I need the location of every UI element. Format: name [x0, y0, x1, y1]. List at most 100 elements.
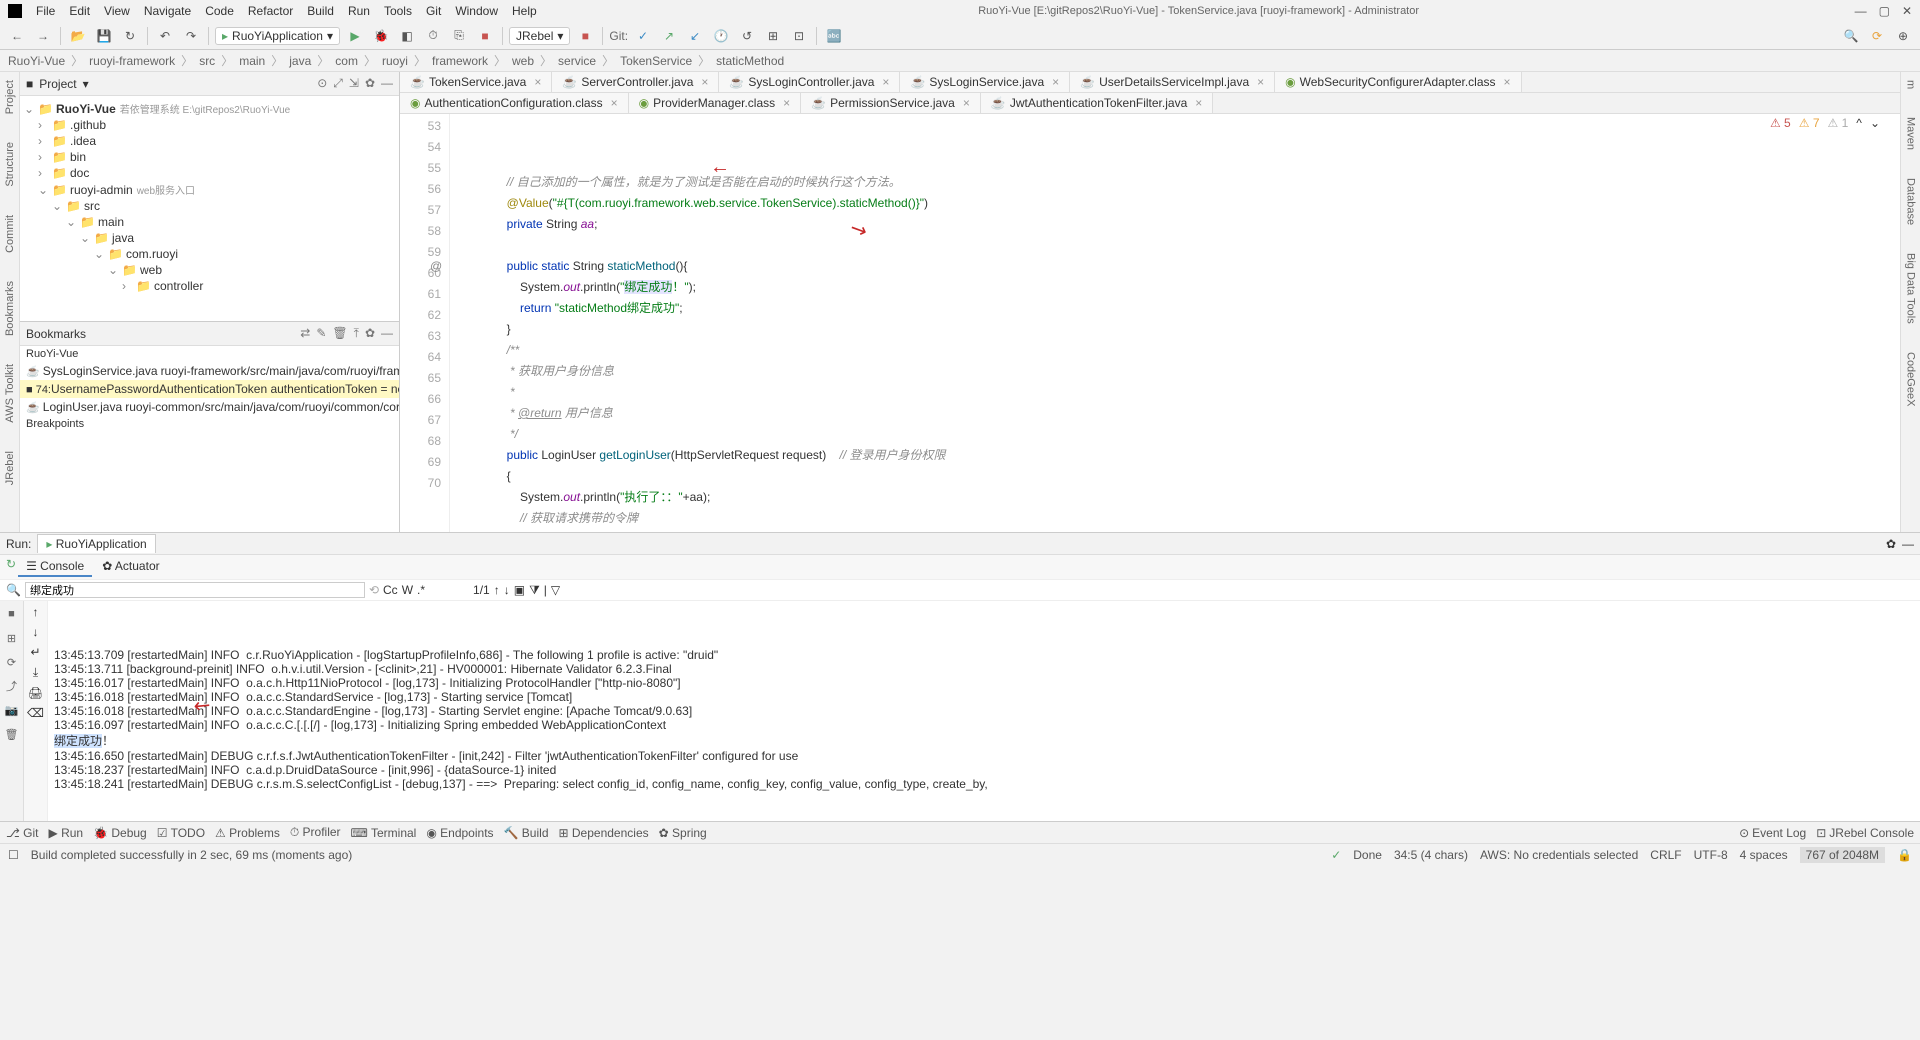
bm-edit-icon[interactable]: ✎	[316, 326, 326, 341]
close-tab-icon[interactable]: ×	[611, 96, 618, 110]
git-update-icon[interactable]: ✓	[632, 25, 654, 47]
editor-tab[interactable]: ☕UserDetailsServiceImpl.java×	[1070, 72, 1275, 92]
redo-icon[interactable]: ↷	[180, 25, 202, 47]
editor-tab[interactable]: ◉ProviderManager.class×	[629, 93, 802, 113]
rail-structure[interactable]: Structure	[4, 138, 16, 191]
rail-m[interactable]: m	[1905, 76, 1917, 93]
filter2-icon[interactable]: ▽	[551, 583, 560, 597]
close-tab-icon[interactable]: ×	[1504, 75, 1511, 89]
menu-help[interactable]: Help	[506, 2, 543, 20]
debug-icon[interactable]: 🐞	[370, 25, 392, 47]
close-tab-icon[interactable]: ×	[534, 75, 541, 89]
tree-item[interactable]: ›📁.idea	[20, 133, 399, 149]
bm-settings-icon[interactable]: ✿	[365, 326, 375, 341]
delete-icon[interactable]: 🗑	[3, 725, 21, 743]
close-tab-icon[interactable]: ×	[1195, 96, 1202, 110]
bottom-tab-dependencies[interactable]: ⊞ Dependencies	[559, 826, 649, 840]
aws-status[interactable]: AWS: No credentials selected	[1480, 848, 1638, 862]
breadcrumb-item[interactable]: com	[333, 54, 360, 68]
close-tab-icon[interactable]: ×	[1052, 75, 1059, 89]
run-settings-icon[interactable]: ✿	[1886, 537, 1896, 551]
save-icon[interactable]: 💾	[93, 25, 115, 47]
close-icon[interactable]: ✕	[1902, 4, 1912, 18]
expand-icon[interactable]: ⤢	[333, 76, 343, 91]
menu-build[interactable]: Build	[301, 2, 340, 20]
sync-icon[interactable]: ⟳	[1866, 25, 1888, 47]
bottom-tab-endpoints[interactable]: ◉ Endpoints	[426, 826, 493, 840]
bottom-tab-spring[interactable]: ✿ Spring	[659, 826, 707, 840]
bookmark-root[interactable]: RuoYi-Vue	[20, 346, 399, 362]
breadcrumb-item[interactable]: src	[197, 54, 217, 68]
run-icon[interactable]: ▶	[344, 25, 366, 47]
menu-navigate[interactable]: Navigate	[138, 2, 197, 20]
tree-item[interactable]: ⌄📁main	[20, 214, 399, 230]
rail-aws-toolkit[interactable]: AWS Toolkit	[4, 360, 16, 427]
bottom-tab-todo[interactable]: ☑ TODO	[157, 826, 205, 840]
coverage-icon[interactable]: ◧	[396, 25, 418, 47]
hide-icon[interactable]: ―	[381, 76, 393, 91]
layout-icon[interactable]: ⊞	[3, 629, 21, 647]
jrebel-stop-icon[interactable]: ■	[574, 25, 596, 47]
code-editor[interactable]: ⚠ 5 ⚠ 7 ⚠ 1 ^⌄ 5354555657585960616263646…	[400, 114, 1900, 532]
close-tab-icon[interactable]: ×	[783, 96, 790, 110]
tool-window-icon[interactable]: ☐	[8, 848, 19, 862]
rail-database[interactable]: Database	[1905, 174, 1917, 229]
tool-icon[interactable]: ⊞	[762, 25, 784, 47]
regex-toggle[interactable]: .*	[417, 583, 425, 597]
search-icon[interactable]: 🔍	[1840, 25, 1862, 47]
profile-icon[interactable]: ⏱	[422, 25, 444, 47]
rerun2-icon[interactable]: ⟳	[3, 653, 21, 671]
filter-icon[interactable]: ⧩	[529, 583, 540, 598]
back-icon[interactable]: ←	[6, 25, 28, 47]
line-gutter[interactable]: 535455565758596061626364656667686970	[400, 114, 450, 532]
bm-del-icon[interactable]: 🗑	[332, 326, 347, 341]
breadcrumb-item[interactable]: web	[510, 54, 536, 68]
bookmark-item[interactable]: ☕ SysLoginService.java ruoyi-framework/s…	[20, 362, 399, 380]
menu-edit[interactable]: Edit	[63, 2, 96, 20]
lock-icon[interactable]: 🔒	[1897, 848, 1912, 862]
run-hide-icon[interactable]: ―	[1902, 537, 1914, 551]
close-tab-icon[interactable]: ×	[1257, 75, 1264, 89]
tree-item[interactable]: ⌄📁com.ruoyi	[20, 246, 399, 262]
tree-item[interactable]: ›📁.github	[20, 117, 399, 133]
stop-run-icon[interactable]: ■	[3, 605, 21, 623]
close-tab-icon[interactable]: ×	[963, 96, 970, 110]
word-toggle[interactable]: W	[402, 583, 413, 597]
indent[interactable]: 4 spaces	[1740, 848, 1788, 862]
console-output[interactable]: ↙ 13:45:13.709 [restartedMain] INFO c.r.…	[48, 601, 1920, 821]
tree-item[interactable]: ⌄📁web	[20, 262, 399, 278]
menu-tools[interactable]: Tools	[378, 2, 418, 20]
breadcrumb-item[interactable]: java	[287, 54, 313, 68]
select-opened-icon[interactable]: ⊙	[317, 76, 327, 91]
git-revert-icon[interactable]: ↺	[736, 25, 758, 47]
tree-item[interactable]: ›📁bin	[20, 149, 399, 165]
bottom-tab-run[interactable]: ▶ Run	[49, 826, 84, 840]
rail-big-data-tools[interactable]: Big Data Tools	[1905, 249, 1917, 328]
undo-icon[interactable]: ↶	[154, 25, 176, 47]
next-match-icon[interactable]: ↓	[504, 583, 510, 597]
breadcrumb-item[interactable]: ruoyi	[380, 54, 410, 68]
git-pull-icon[interactable]: ↙	[684, 25, 706, 47]
tree-item[interactable]: ›📁controller	[20, 278, 399, 294]
rail-bookmarks[interactable]: Bookmarks	[4, 277, 16, 340]
forward-icon[interactable]: →	[32, 25, 54, 47]
case-toggle[interactable]: Cc	[383, 583, 398, 597]
bottom-tab-problems[interactable]: ⚠ Problems	[215, 826, 280, 840]
encoding[interactable]: UTF-8	[1694, 848, 1728, 862]
down-icon[interactable]: ↓	[33, 625, 39, 639]
git-history-icon[interactable]: 🕐	[710, 25, 732, 47]
bookmark-item[interactable]: ■ 74:UsernamePasswordAuthenticationToken…	[20, 380, 399, 398]
editor-tab[interactable]: ☕SysLoginController.java×	[719, 72, 900, 92]
git-push-icon[interactable]: ↗	[658, 25, 680, 47]
bm-hide-icon[interactable]: ―	[381, 326, 393, 341]
rail-maven[interactable]: Maven	[1905, 113, 1917, 154]
close-tab-icon[interactable]: ×	[882, 75, 889, 89]
open-icon[interactable]: 📂	[67, 25, 89, 47]
refresh-icon[interactable]: ↻	[119, 25, 141, 47]
close-tab-icon[interactable]: ×	[701, 75, 708, 89]
editor-tab[interactable]: ◉AuthenticationConfiguration.class×	[400, 93, 629, 113]
menu-git[interactable]: Git	[420, 2, 447, 20]
editor-tab[interactable]: ☕TokenService.java×	[400, 72, 552, 92]
up-icon[interactable]: ↑	[33, 605, 39, 619]
console-search-input[interactable]	[25, 582, 365, 598]
